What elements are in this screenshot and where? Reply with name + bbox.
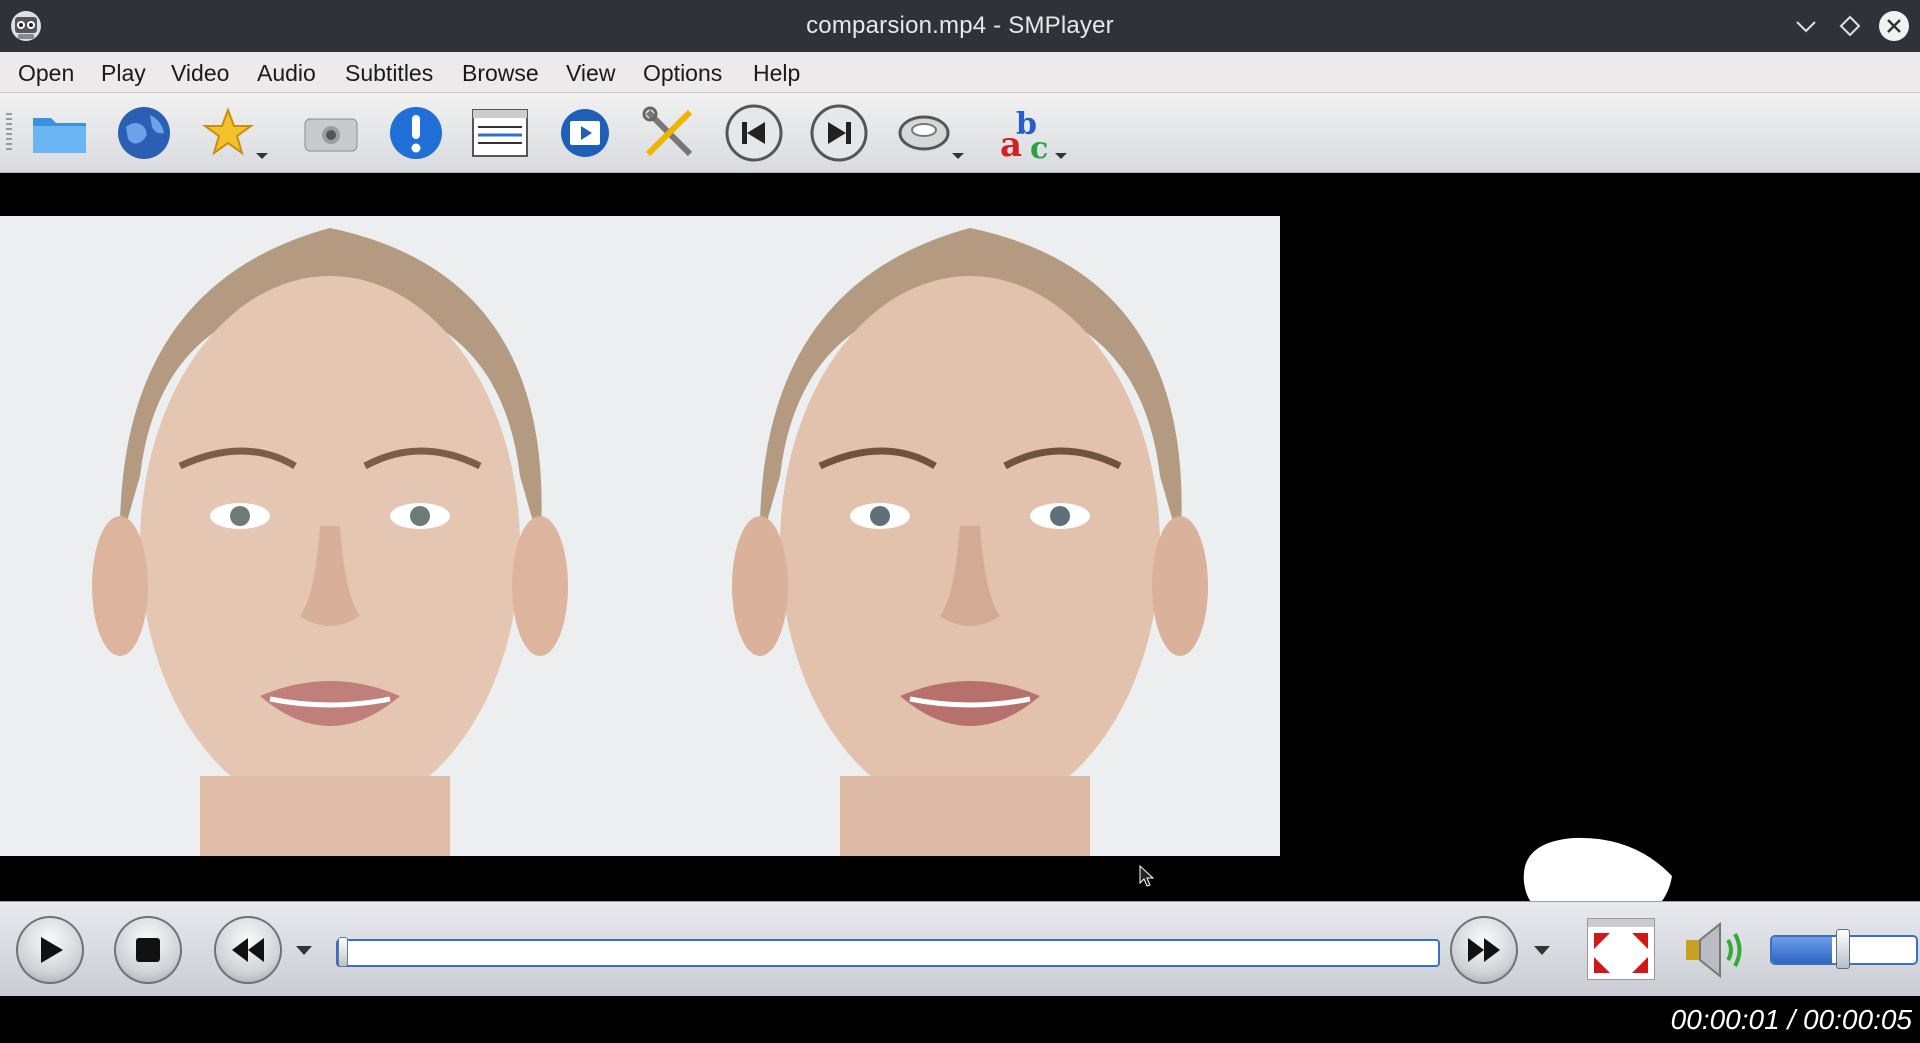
preferences-icon[interactable] [639, 103, 699, 163]
menu-open[interactable]: Open [18, 60, 74, 87]
rewind-icon [232, 938, 264, 962]
forward-dropdown-icon[interactable] [1534, 946, 1550, 955]
window-title: comparsion.mp4 - SMPlayer [806, 12, 1114, 39]
previous-icon[interactable] [724, 103, 784, 163]
forward-button[interactable] [1450, 916, 1518, 984]
menu-video[interactable]: Video [171, 60, 229, 87]
fullscreen-icon [1588, 919, 1654, 973]
menu-subtitles[interactable]: Subtitles [345, 60, 433, 87]
volume-handle[interactable] [1836, 929, 1850, 969]
forward-icon [1468, 938, 1500, 962]
playback-control-bar [0, 901, 1920, 997]
seek-bar[interactable] [336, 937, 1440, 967]
rewind-dropdown-icon[interactable] [296, 946, 312, 955]
audio-track-dropdown-icon[interactable] [952, 153, 964, 159]
open-url-icon[interactable] [114, 103, 174, 163]
seek-handle[interactable] [338, 937, 348, 967]
mouse-cursor-icon [1139, 865, 1155, 887]
svg-text:c: c [1030, 131, 1048, 162]
minimize-button[interactable] [1790, 10, 1822, 42]
menu-help[interactable]: Help [753, 60, 800, 87]
fullscreen-button[interactable] [1587, 918, 1655, 980]
title-bar: comparsion.mp4 - SMPlayer [0, 0, 1920, 52]
playlist-icon[interactable] [470, 103, 530, 163]
info-icon[interactable] [386, 103, 446, 163]
status-bar: 00:00:01 / 00:00:05 [0, 996, 1920, 1043]
main-toolbar: abc [0, 93, 1920, 173]
menu-audio[interactable]: Audio [257, 60, 316, 87]
favorites-dropdown-icon[interactable] [256, 153, 268, 159]
maximize-button[interactable] [1834, 10, 1866, 42]
screenshot-icon[interactable] [301, 103, 361, 163]
menu-play[interactable]: Play [101, 60, 146, 87]
menu-browse[interactable]: Browse [462, 60, 539, 87]
volume-level [1772, 937, 1833, 963]
stop-button[interactable] [114, 916, 182, 984]
close-button[interactable] [1878, 10, 1910, 42]
rewind-button[interactable] [214, 916, 282, 984]
open-folder-icon[interactable] [30, 103, 90, 163]
video-face-left [0, 216, 640, 856]
subtitle-track-icon[interactable]: abc [997, 103, 1067, 163]
speaker-icon [1686, 921, 1742, 979]
play-icon [41, 937, 63, 963]
favorites-icon[interactable] [198, 103, 268, 163]
menu-options[interactable]: Options [643, 60, 722, 87]
video-frame [0, 216, 1280, 856]
mute-button[interactable] [1680, 916, 1750, 984]
time-display: 00:00:01 / 00:00:05 [1670, 1004, 1912, 1035]
play-button[interactable] [16, 916, 84, 984]
video-preview-icon[interactable] [555, 103, 615, 163]
menu-bar: Open Play Video Audio Subtitles Browse V… [0, 52, 1920, 93]
audio-track-icon[interactable] [894, 103, 964, 163]
next-icon[interactable] [809, 103, 869, 163]
stop-icon [136, 938, 160, 962]
video-face-right [640, 216, 1280, 856]
subtitle-track-dropdown-icon[interactable] [1055, 153, 1067, 159]
menu-view[interactable]: View [566, 60, 615, 87]
video-display[interactable] [0, 173, 1920, 926]
toolbar-grip[interactable] [6, 113, 12, 153]
